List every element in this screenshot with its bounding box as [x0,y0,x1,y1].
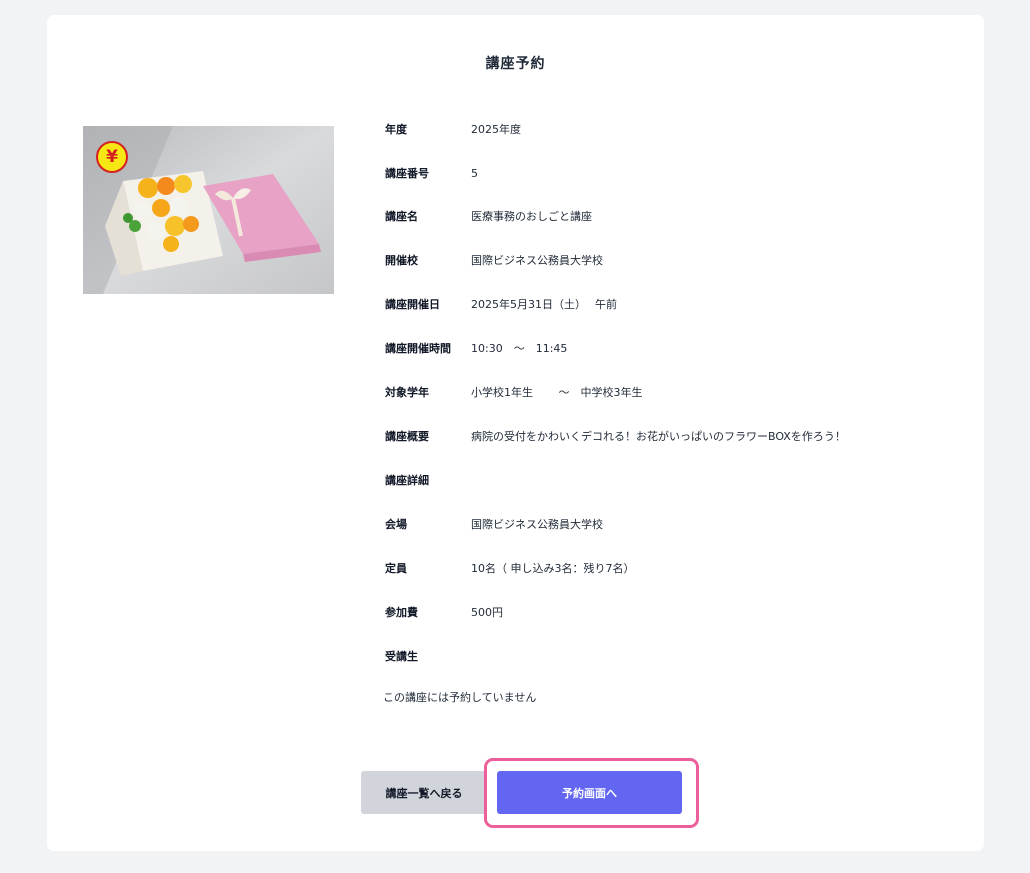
detail-value: 病院の受付をかわいくデコれる！お花がいっぱいのフラワーBOXを作ろう！ [471,430,846,443]
detail-label: 年度 [385,123,407,136]
go-to-reservation-button[interactable]: 予約画面へ [497,771,682,814]
course-photo: ¥ [83,126,334,294]
detail-label: 講座番号 [385,167,429,180]
back-to-list-button[interactable]: 講座一覧へ戻る [361,771,487,814]
detail-value: 500円 [471,606,503,619]
detail-label: 受講生 [385,650,418,663]
detail-value: 2025年度 [471,123,521,136]
reservation-status-text: この講座には予約していません [383,691,537,704]
page-title: 講座予約 [485,56,546,72]
detail-value: 医療事務のおしごと講座 [471,210,592,223]
detail-label: 開催校 [385,254,418,267]
detail-value: 国際ビジネス公務員大学校 [471,518,603,531]
detail-value: 2025年5月31日（土） 午前 [471,298,617,311]
detail-value: 5 [471,167,478,180]
detail-value: 10名（ 申し込み3名：残り7名） [471,562,635,575]
yen-icon: ¥ [96,141,128,173]
detail-label: 講座開催時間 [385,342,451,355]
detail-label: 会場 [385,518,407,531]
detail-label: 講座開催日 [385,298,440,311]
detail-label: 講座詳細 [385,474,429,487]
content-card: 講座予約 ¥ 年度 2025年度 講座番号 5 講座名 医療事務のおしごと講座 … [47,15,984,851]
detail-value: 小学校1年生 ～ 中学校3年生 [471,386,643,399]
detail-label: 定員 [385,562,407,575]
detail-label: 講座名 [385,210,418,223]
detail-value: 国際ビジネス公務員大学校 [471,254,603,267]
detail-value: 10:30 ～ 11:45 [471,342,568,355]
detail-label: 対象学年 [385,386,429,399]
detail-label: 講座概要 [385,430,429,443]
detail-label: 参加費 [385,606,418,619]
